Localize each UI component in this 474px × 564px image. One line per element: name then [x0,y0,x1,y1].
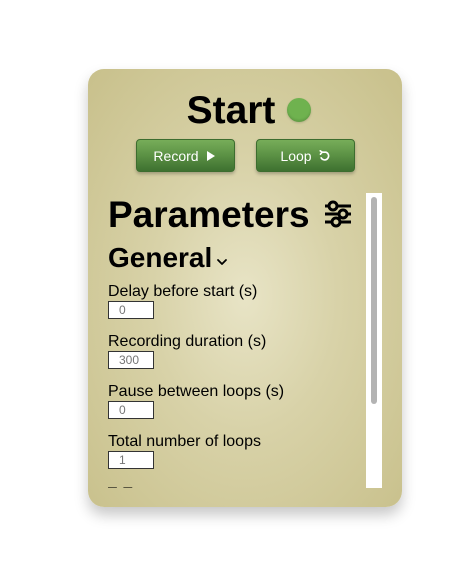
general-section-title: General [108,242,213,273]
record-button-label: Record [153,147,199,164]
parameters-heading: Parameters [108,193,353,235]
delay-field-label: Delay before start (s) [108,283,258,300]
total-loops-input[interactable] [108,451,154,469]
loop-button[interactable]: Loop [256,139,355,172]
pause-between-loops-field: Pause between loops (s) [108,383,348,421]
parameters-scrollbar-thumb[interactable] [371,197,377,404]
loop-button-label: Loop [280,147,312,164]
total-loops-label: Total number of loops [108,433,261,450]
parameters-scroll-area[interactable]: Parameters General Delay before start (s… [108,193,370,488]
start-title: Start [186,88,276,132]
control-panel: Start Record Loop Parameters General Del… [88,69,402,507]
total-loops-field: Total number of loops [108,433,348,471]
general-section-toggle[interactable]: General [108,241,228,275]
status-indicator-icon [287,98,312,122]
delay-field: Delay before start (s) [108,283,348,321]
sliders-icon [323,199,353,229]
record-button[interactable]: Record [136,139,235,172]
recording-duration-input[interactable] [108,351,154,369]
refresh-icon [317,149,331,163]
trailing-dashes: – – [108,479,134,488]
chevron-down-icon [216,255,228,267]
delay-input[interactable] [108,301,154,319]
parameters-scrollbar[interactable] [366,193,382,488]
recording-duration-field: Recording duration (s) [108,333,348,371]
pause-between-loops-input[interactable] [108,401,154,419]
recording-duration-label: Recording duration (s) [108,333,267,350]
pause-between-loops-label: Pause between loops (s) [108,383,285,400]
status-header: Start [88,87,402,133]
parameters-title: Parameters [108,193,310,235]
action-buttons: Record Loop [88,139,402,173]
play-icon [204,149,218,163]
